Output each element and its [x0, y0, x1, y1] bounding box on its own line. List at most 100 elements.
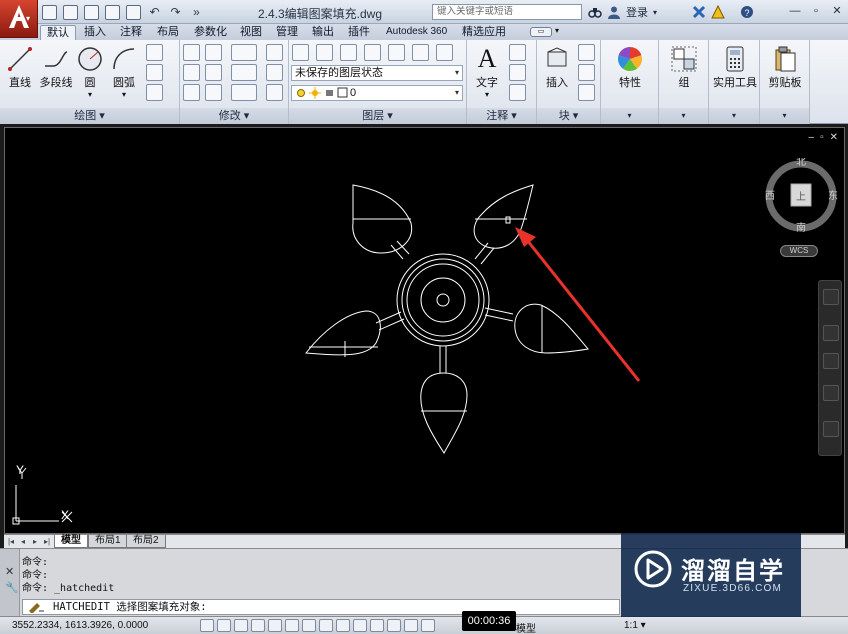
leader-icon[interactable]: [509, 64, 526, 81]
properties-expand-icon[interactable]: ▾: [601, 108, 658, 124]
next-layout-icon[interactable]: ▸: [30, 536, 40, 547]
mirror-icon[interactable]: [205, 64, 222, 81]
create-block-icon[interactable]: [578, 44, 595, 61]
tab-plugins[interactable]: 插件: [342, 25, 376, 40]
draw-panel-label[interactable]: 绘图 ▾: [0, 108, 179, 124]
dimension-icon[interactable]: [509, 44, 526, 61]
layout-tab-2[interactable]: 布局2: [126, 535, 166, 548]
object-snap-icon[interactable]: [285, 619, 299, 632]
ribbon-minimize-icon[interactable]: ▭: [530, 27, 552, 37]
annotation-panel-label[interactable]: 注释 ▾: [467, 108, 536, 124]
orbit-icon[interactable]: [823, 385, 839, 401]
rotate-icon[interactable]: [205, 44, 222, 61]
tab-default[interactable]: 默认: [40, 25, 76, 40]
prev-layout-icon[interactable]: ◂: [18, 536, 28, 547]
stretch-icon[interactable]: [183, 84, 200, 101]
layer-match-icon[interactable]: [412, 44, 429, 61]
zoom-icon[interactable]: [823, 353, 839, 369]
group-tool[interactable]: 组: [666, 46, 702, 90]
tab-featured-apps[interactable]: 精选应用: [456, 25, 512, 40]
layer-properties-icon[interactable]: [292, 44, 309, 61]
current-layer-dropdown[interactable]: 0 ▾: [291, 85, 463, 101]
layer-freeze-icon[interactable]: [364, 44, 381, 61]
scale-icon[interactable]: [205, 84, 222, 101]
drawing-canvas[interactable]: – ▫ ✕ 上 北 南 西 东 WCS: [4, 127, 845, 534]
group-expand-icon[interactable]: ▾: [659, 108, 708, 124]
showmotion-icon[interactable]: [823, 421, 839, 437]
block-panel-label[interactable]: 块 ▾: [537, 108, 600, 124]
annotation-scale[interactable]: 1:1 ▾: [624, 620, 646, 631]
lineweight-icon[interactable]: [370, 619, 384, 632]
grid-display-icon[interactable]: [234, 619, 248, 632]
erase-icon[interactable]: [266, 44, 283, 61]
binoculars-icon[interactable]: [588, 5, 602, 19]
pan-hand-icon[interactable]: [823, 325, 839, 341]
warning-icon[interactable]: [711, 4, 725, 19]
layer-lock-icon[interactable]: [388, 44, 405, 61]
layer-previous-icon[interactable]: [436, 44, 453, 61]
first-layout-icon[interactable]: |◂: [6, 536, 16, 547]
search-input[interactable]: 键入关键字或短语: [432, 4, 582, 20]
layout-tab-model[interactable]: 模型: [54, 535, 88, 548]
snap-mode-icon[interactable]: [217, 619, 231, 632]
circle-tool[interactable]: 圆 ▾: [72, 46, 108, 99]
login-dropdown-icon[interactable]: ▾: [653, 8, 657, 17]
layer-state-dropdown[interactable]: 未保存的图层状态 ▾: [291, 65, 463, 81]
polyline-tool[interactable]: 多段线: [38, 46, 74, 90]
application-menu-button[interactable]: ▾: [0, 0, 38, 38]
clipboard-tool[interactable]: 剪贴板: [764, 46, 806, 90]
ribbon-options-icon[interactable]: ▾: [555, 26, 559, 35]
object-snap-tracking-icon[interactable]: [319, 619, 333, 632]
modify-panel-label[interactable]: 修改 ▾: [180, 108, 288, 124]
tab-insert[interactable]: 插入: [78, 25, 112, 40]
tab-autodesk-360[interactable]: Autodesk 360: [380, 25, 453, 40]
hatch-icon[interactable]: [146, 84, 163, 101]
explode-icon[interactable]: [266, 64, 283, 81]
edit-attributes-icon[interactable]: [578, 84, 595, 101]
last-layout-icon[interactable]: ▸|: [42, 536, 52, 547]
arc-dropdown-icon[interactable]: ▾: [106, 90, 142, 99]
insert-tool[interactable]: 插入: [539, 46, 575, 90]
viewcube-compass[interactable]: 上 北 南 西 东: [763, 158, 839, 234]
minimize-button[interactable]: —: [786, 3, 804, 20]
rectangle-icon[interactable]: [146, 44, 163, 61]
exchange-icon[interactable]: [692, 5, 706, 19]
steering-wheel-icon[interactable]: [823, 289, 839, 305]
utilities-expand-icon[interactable]: ▾: [709, 108, 759, 124]
tab-parametric[interactable]: 参数化: [188, 25, 233, 40]
wcs-menu[interactable]: WCS: [780, 245, 818, 257]
close-button[interactable]: ✕: [828, 3, 846, 20]
fillet-icon[interactable]: [231, 64, 257, 81]
tab-view[interactable]: 视图: [234, 25, 268, 40]
command-close-icon[interactable]: ✕: [5, 565, 14, 578]
help-icon[interactable]: ?: [740, 5, 754, 19]
ortho-mode-icon[interactable]: [251, 619, 265, 632]
transparency-icon[interactable]: [387, 619, 401, 632]
tab-output[interactable]: 输出: [306, 25, 340, 40]
table-icon[interactable]: [509, 84, 526, 101]
tab-layout[interactable]: 布局: [151, 25, 185, 40]
clipboard-expand-icon[interactable]: ▾: [760, 108, 809, 124]
tab-manage[interactable]: 管理: [270, 25, 304, 40]
model-space-toggle[interactable]: 模型: [516, 620, 536, 634]
tab-annotate[interactable]: 注释: [114, 25, 148, 40]
layer-isolate-icon[interactable]: [340, 44, 357, 61]
text-tool[interactable]: A 文字 ▾: [469, 46, 505, 100]
selection-cycling-icon[interactable]: [421, 619, 435, 632]
3d-object-snap-icon[interactable]: [302, 619, 316, 632]
move-icon[interactable]: [183, 44, 200, 61]
copy-icon[interactable]: [183, 64, 200, 81]
offset-icon[interactable]: [266, 84, 283, 101]
edit-block-icon[interactable]: [578, 64, 595, 81]
layout-tab-1[interactable]: 布局1: [88, 535, 128, 548]
infer-constraints-icon[interactable]: [200, 619, 214, 632]
login-link[interactable]: 登录: [626, 4, 648, 20]
text-dropdown-icon[interactable]: ▾: [469, 90, 505, 99]
arc-tool[interactable]: 圆弧 ▾: [106, 46, 142, 99]
circle-dropdown-icon[interactable]: ▾: [72, 90, 108, 99]
command-input[interactable]: HATCHEDIT 选择图案填充对象:: [22, 599, 620, 615]
polar-tracking-icon[interactable]: [268, 619, 282, 632]
maximize-button[interactable]: ▫: [807, 3, 825, 20]
array-icon[interactable]: [231, 84, 257, 101]
properties-tool[interactable]: 特性: [612, 46, 648, 90]
